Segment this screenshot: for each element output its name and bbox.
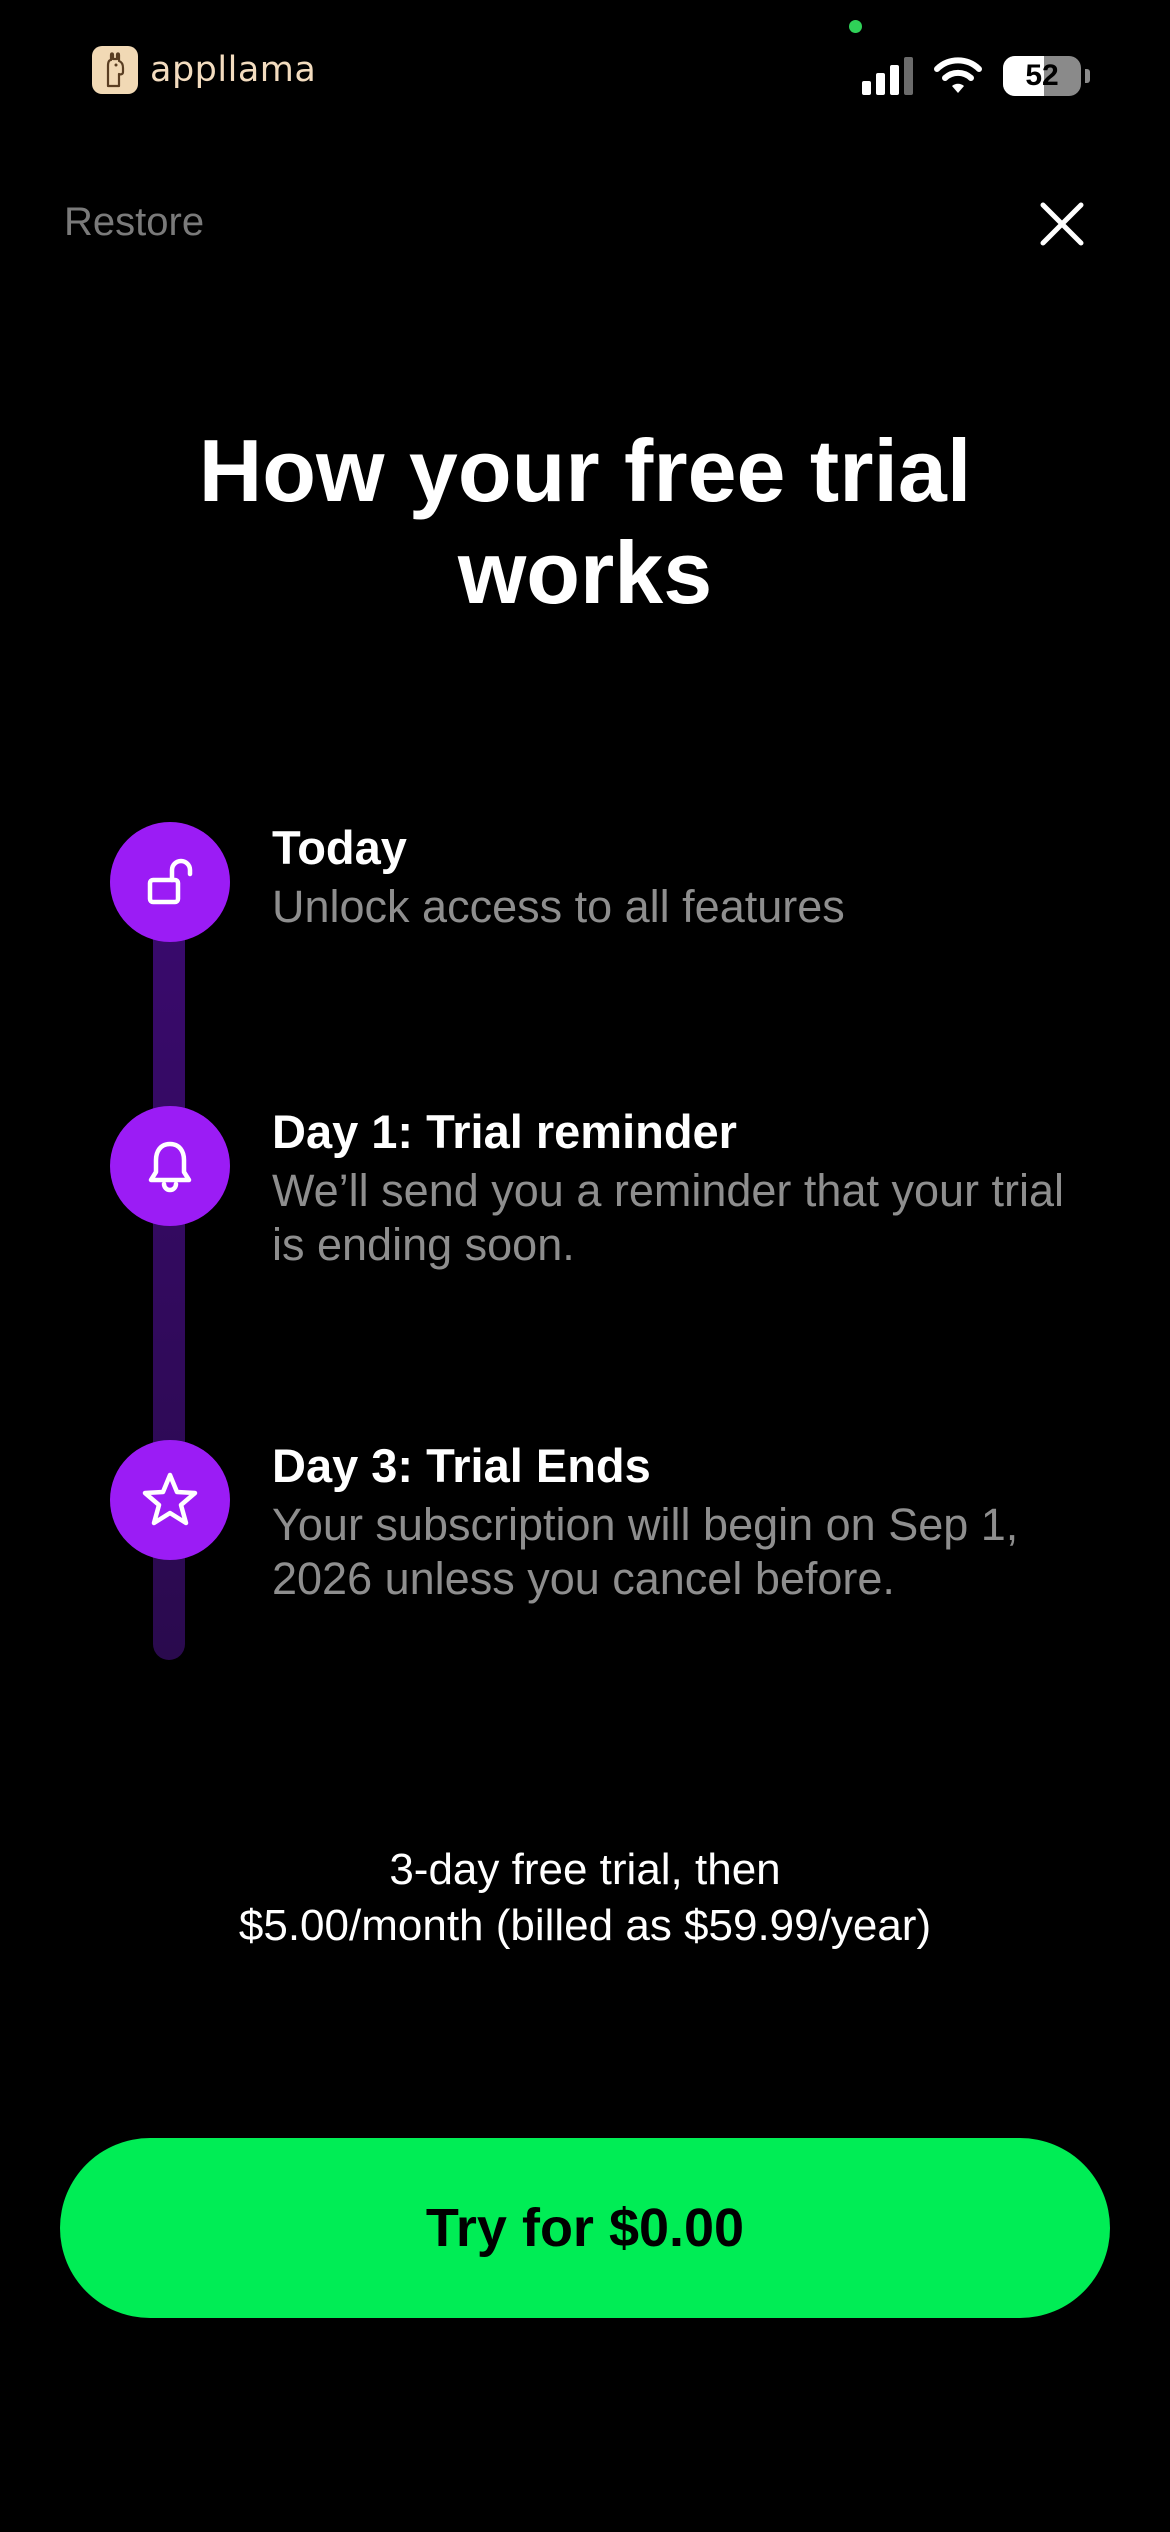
star-icon xyxy=(142,1472,198,1526)
battery-nub xyxy=(1085,69,1090,83)
step-today-description: Unlock access to all features xyxy=(272,881,845,932)
battery-icon: 52 xyxy=(1003,56,1081,96)
llama-logo-icon xyxy=(92,46,138,94)
step-today-icon-badge xyxy=(110,822,230,942)
page-title: How your free trial works xyxy=(198,421,972,622)
close-button[interactable] xyxy=(1034,196,1090,252)
pricing-line-price: $5.00/month (billed as $59.99/year) xyxy=(238,1901,932,1950)
try-free-button[interactable]: Try for $0.00 xyxy=(60,2138,1110,2318)
step-reminder-description: We’ll send you a reminder that your tria… xyxy=(272,1165,1065,1270)
step-today-title: Today xyxy=(272,821,407,874)
camera-indicator-icon xyxy=(849,20,862,33)
step-reminder-title: Day 1: Trial reminder xyxy=(272,1105,737,1158)
cellular-signal-icon xyxy=(862,57,913,95)
pricing-info: 3-day free trial, then $5.00/month (bill… xyxy=(80,1842,1090,1954)
step-trial-ends-icon-badge xyxy=(110,1440,230,1560)
step-trial-ends-description: Your subscription will begin on Sep 1, 2… xyxy=(272,1499,1019,1604)
pricing-line-trial: 3-day free trial, then xyxy=(389,1845,781,1894)
step-reminder-icon-badge xyxy=(110,1106,230,1226)
restore-button[interactable]: Restore xyxy=(64,200,204,245)
unlock-icon xyxy=(147,858,193,905)
step-trial-ends-title: Day 3: Trial Ends xyxy=(272,1439,651,1492)
brand: appllama xyxy=(92,44,316,96)
wifi-icon xyxy=(934,57,982,93)
close-icon xyxy=(1040,202,1084,246)
brand-name: appllama xyxy=(150,50,317,90)
status-icons: 52 xyxy=(862,52,1090,100)
bell-icon xyxy=(148,1141,192,1193)
paywall-screen: appllama 52 Restore How your free trial … xyxy=(0,0,1170,2532)
battery-percent: 52 xyxy=(1025,59,1059,92)
